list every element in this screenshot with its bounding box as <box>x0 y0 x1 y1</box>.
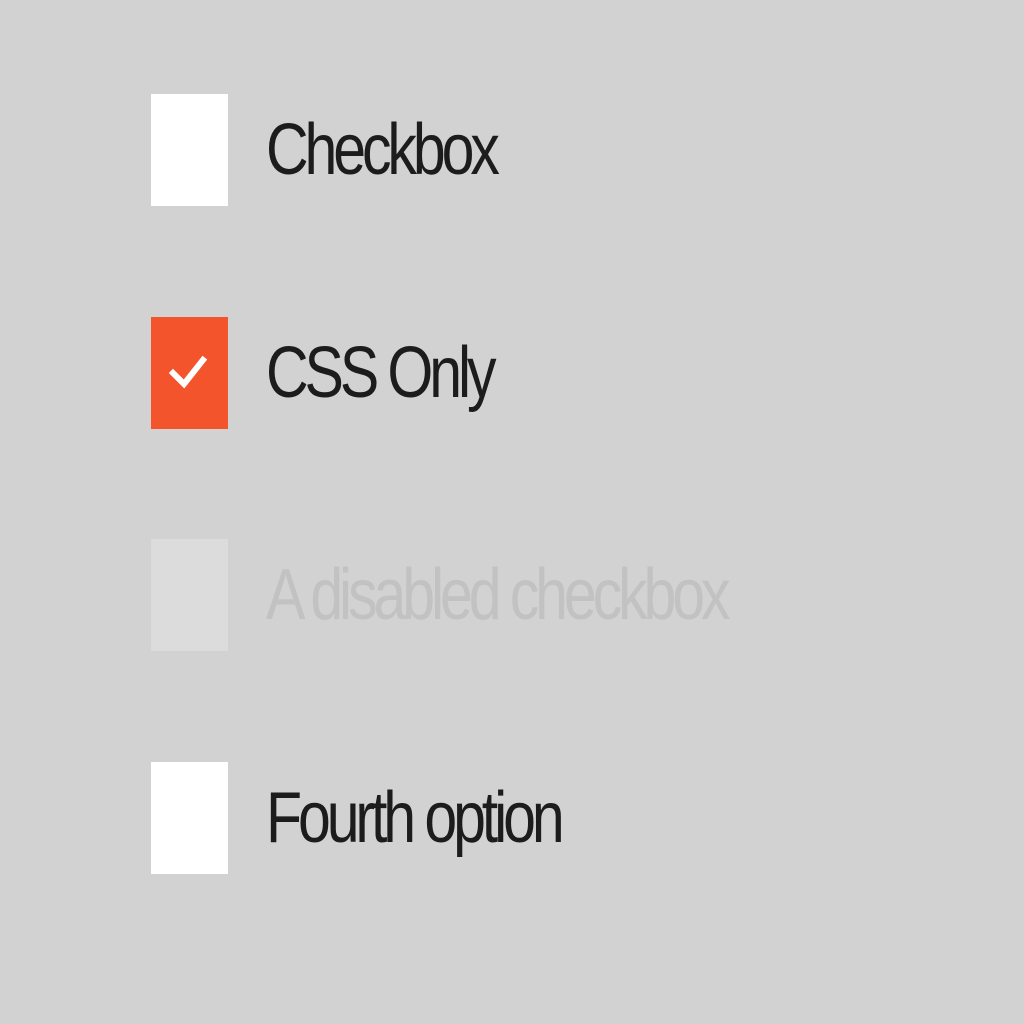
checkbox-disabled <box>151 539 228 651</box>
checkbox-option-checkbox[interactable]: Checkbox <box>151 94 546 206</box>
checkbox-label: Checkbox <box>266 110 500 190</box>
checkbox-label: CSS Only <box>266 333 496 413</box>
checkbox-option-disabled: A disabled checkbox <box>151 539 827 651</box>
checkmark-icon <box>169 355 208 389</box>
checkbox-unchecked[interactable] <box>151 762 228 874</box>
checkbox-list: Checkbox CSS Only A disabled checkbox Fo… <box>0 0 1024 1024</box>
checkbox-option-css-only[interactable]: CSS Only <box>151 317 542 429</box>
checkbox-label: Fourth option <box>266 778 565 858</box>
checkbox-label: A disabled checkbox <box>266 555 730 635</box>
checkbox-option-fourth[interactable]: Fourth option <box>151 762 625 874</box>
checkbox-checked[interactable] <box>151 317 228 429</box>
checkbox-unchecked[interactable] <box>151 94 228 206</box>
